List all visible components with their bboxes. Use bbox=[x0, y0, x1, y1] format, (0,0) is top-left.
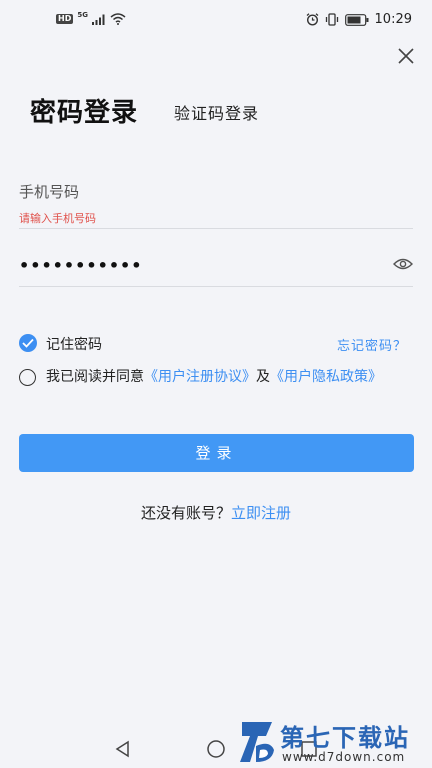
close-icon bbox=[398, 48, 414, 64]
watermark: 第七下载站 www.d7down.com bbox=[236, 716, 432, 768]
remember-label[interactable]: 记住密码 bbox=[46, 334, 102, 354]
nav-home-button[interactable] bbox=[206, 740, 226, 762]
phone-field: 请输入手机号码 bbox=[19, 176, 413, 229]
nav-back-button[interactable] bbox=[114, 740, 132, 762]
eye-icon bbox=[393, 258, 413, 270]
watermark-logo bbox=[240, 722, 274, 762]
hd-badge: HD bbox=[56, 14, 74, 24]
agreement-checkbox[interactable] bbox=[19, 369, 36, 386]
forgot-password-link[interactable]: 忘记密码？ bbox=[337, 335, 407, 354]
password-field bbox=[19, 246, 413, 287]
register-link[interactable]: 立即注册 bbox=[231, 504, 291, 522]
register-prompt: 还没有账号？ bbox=[140, 504, 231, 522]
status-left: HD 5G bbox=[56, 11, 126, 25]
status-right: 10:29 bbox=[306, 12, 412, 27]
phone-input[interactable] bbox=[19, 180, 413, 204]
toggle-password-visibility[interactable] bbox=[393, 256, 413, 272]
privacy-policy-link[interactable]: 《用户隐私政策》 bbox=[270, 369, 382, 385]
battery-icon bbox=[344, 13, 369, 26]
remember-row: 记住密码 忘记密码？ bbox=[19, 334, 413, 354]
agreement-and: 及 bbox=[256, 369, 270, 385]
network-type: 5G bbox=[77, 11, 88, 19]
agreement-text: 我已阅读并同意《用户注册协议》及《用户隐私政策》 bbox=[46, 368, 416, 386]
register-row: 还没有账号？立即注册 bbox=[0, 502, 432, 523]
tab-password-login[interactable]: 密码登录 bbox=[30, 92, 138, 129]
close-button[interactable] bbox=[394, 44, 418, 68]
watermark-title: 第七下载站 bbox=[280, 724, 410, 752]
tab-code-login[interactable]: 验证码登录 bbox=[174, 100, 259, 124]
vibrate-icon bbox=[325, 13, 338, 26]
password-input[interactable] bbox=[19, 254, 379, 276]
status-bar: HD 5G 10:29 bbox=[0, 0, 432, 40]
home-circle-icon bbox=[207, 740, 225, 758]
wifi-icon bbox=[110, 13, 126, 25]
phone-error-text: 请输入手机号码 bbox=[19, 212, 96, 225]
watermark-url: www.d7down.com bbox=[282, 750, 406, 764]
remember-checkbox[interactable] bbox=[19, 334, 37, 352]
agreement-prefix: 我已阅读并同意 bbox=[46, 369, 144, 385]
user-agreement-link[interactable]: 《用户注册协议》 bbox=[144, 369, 256, 385]
agreement-row: 我已阅读并同意《用户注册协议》及《用户隐私政策》 bbox=[19, 369, 419, 409]
login-button[interactable]: 登录 bbox=[19, 434, 414, 472]
alarm-icon bbox=[306, 13, 318, 26]
back-triangle-icon bbox=[115, 740, 129, 758]
signal-icon bbox=[91, 14, 105, 25]
check-icon bbox=[22, 338, 34, 348]
clock: 10:29 bbox=[374, 12, 412, 27]
